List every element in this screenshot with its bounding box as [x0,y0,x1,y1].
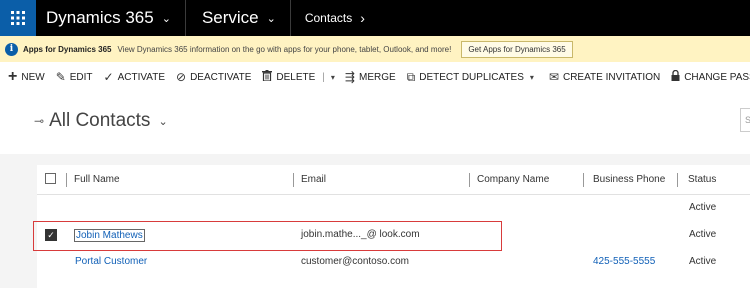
grid-header: Full Name Email Company Name Business Ph… [37,165,750,195]
chevron-right-icon: › [360,10,365,26]
chevron-down-icon: ▾ [529,72,534,82]
selection-highlight-box [33,221,502,251]
status-cell: Active [689,202,717,213]
checkmark-icon: ✓ [103,70,114,84]
new-label: NEW [21,71,45,83]
view-title: All Contacts [49,110,151,131]
get-apps-button[interactable]: Get Apps for Dynamics 365 [461,40,573,58]
status-cell: Active [689,229,717,240]
app-name: Dynamics 365 [46,8,154,27]
command-separator: | [322,71,325,83]
entity-name: Contacts [304,11,353,25]
app-launcher-grid [11,11,25,25]
pin-icon[interactable]: ⊸ [34,114,44,128]
status-cell: Active [689,256,717,267]
table-row[interactable]: Portal Customer customer@contoso.com 425… [37,249,750,276]
column-header-full-name[interactable]: Full Name [74,174,120,185]
column-separator [293,173,294,187]
chevron-down-icon: ⌄ [158,115,168,128]
top-navigation-bar: Dynamics 365 ⌄ Service ⌄ Contacts › [0,0,750,36]
edit-button[interactable]: ✎ EDIT [56,70,93,84]
column-header-status[interactable]: Status [688,174,716,185]
notification-message: View Dynamics 365 information on the go … [117,44,452,54]
plus-icon: + [8,68,18,85]
email-cell: customer@contoso.com [301,256,409,267]
waffle-icon[interactable] [0,0,36,36]
deactivate-label: DEACTIVATE [190,71,252,83]
detect-duplicates-button[interactable]: ⧉ DETECT DUPLICATES ▾ [407,70,534,85]
select-all-checkbox[interactable] [45,173,56,184]
create-invitation-label: CREATE INVITATION [562,71,661,83]
trash-icon [262,70,273,84]
column-header-business-phone[interactable]: Business Phone [593,174,665,185]
column-header-company-name[interactable]: Company Name [477,174,549,185]
chevron-down-icon: ⌄ [266,12,276,25]
activate-label: ACTIVATE [117,71,166,83]
delete-label: DELETE [276,71,316,83]
trash-glyph [262,70,273,82]
deactivate-icon: ⊘ [176,70,187,84]
detect-duplicates-label: DETECT DUPLICATES [419,71,524,83]
search-input[interactable]: S [740,108,750,132]
merge-icon: ⇶ [344,70,355,84]
change-password-label: CHANGE PASSWORD [684,71,750,83]
area-switcher[interactable]: Service ⌄ [186,0,291,36]
table-row[interactable]: Active [37,195,750,222]
change-password-button[interactable]: CHANGE PASSWORD [671,69,750,84]
column-separator [66,173,67,187]
duplicates-icon: ⧉ [406,69,416,84]
lock-icon [671,69,680,84]
deactivate-button[interactable]: ⊘ DEACTIVATE [176,70,251,84]
pencil-icon: ✎ [55,70,66,84]
notification-title: Apps for Dynamics 365 [23,44,112,54]
chevron-down-icon: ⌄ [161,12,171,25]
invitation-icon: ✉ [548,70,559,84]
column-separator [469,173,470,187]
notification-bar: i Apps for Dynamics 365 View Dynamics 36… [0,36,750,62]
info-icon: i [5,42,18,56]
command-bar: + NEW ✎ EDIT ✓ ACTIVATE ⊘ DEACTIVATE DEL… [0,62,750,92]
full-name-link[interactable]: Portal Customer [75,256,147,267]
breadcrumb-entity[interactable]: Contacts › [291,0,373,36]
delete-button[interactable]: DELETE [262,70,315,84]
lock-glyph [671,69,680,81]
app-switcher[interactable]: Dynamics 365 ⌄ [36,0,186,36]
view-selector[interactable]: ⊸ All Contacts ⌄ [34,110,168,132]
new-button[interactable]: + NEW [8,68,45,86]
create-invitation-button[interactable]: ✉ CREATE INVITATION [549,70,660,84]
column-separator [583,173,584,187]
more-commands-dropdown-icon[interactable]: ▾ [331,73,335,82]
area-name: Service [201,8,259,27]
business-phone-link[interactable]: 425-555-5555 [593,256,655,267]
merge-button[interactable]: ⇶ MERGE [345,70,396,84]
column-header-email[interactable]: Email [301,174,326,185]
merge-label: MERGE [358,71,396,83]
edit-label: EDIT [69,71,93,83]
activate-button[interactable]: ✓ ACTIVATE [104,70,165,84]
column-separator [677,173,678,187]
